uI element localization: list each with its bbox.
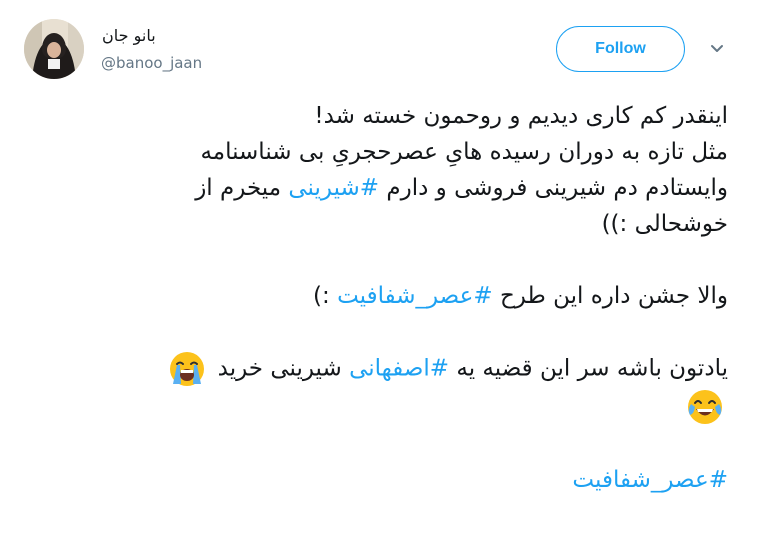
- tweet-card: بانو جان @banoo_jaan Follow اینقدر کم کا…: [0, 0, 758, 551]
- hashtag-link[interactable]: #عصر_شفافیت: [572, 467, 728, 493]
- tweet-text: اینقدر کم کاری دیدیم و روحمون خسته شد! م…: [28, 98, 728, 498]
- tweet-paragraph-2: والا جشن داره این طرح #عصر_شفافیت :): [28, 278, 728, 314]
- tweet-line: مثل تازه به دوران رسیده هایِ عصرحجریِ بی…: [200, 139, 728, 165]
- hashtag-link[interactable]: #شیرینی: [288, 175, 379, 201]
- hashtag-link[interactable]: #عصر_شفافیت: [337, 283, 493, 309]
- display-name[interactable]: بانو جان: [102, 26, 156, 45]
- tweet-line: خوشحالی :)): [601, 211, 728, 237]
- tweet-paragraph-3: یادتون باشه سر این قضیه یه #اصفهانی شیری…: [28, 350, 728, 426]
- hashtag-link[interactable]: #اصفهانی: [349, 356, 449, 382]
- avatar-image: [24, 19, 84, 79]
- face-with-tears-of-joy-icon: [686, 388, 724, 426]
- tweet-text-segment: وایستادم دم شیرینی فروشی و دارم: [379, 175, 728, 201]
- chevron-down-icon[interactable]: [709, 41, 725, 57]
- tweet-text-segment: یادتون باشه سر این قضیه یه: [449, 355, 728, 382]
- avatar[interactable]: [24, 19, 84, 79]
- tweet-paragraph-4: #عصر_شفافیت: [28, 462, 728, 498]
- tweet-line: اینقدر کم کاری دیدیم و روحمون خسته شد!: [314, 103, 728, 129]
- loudly-crying-face-icon: [168, 350, 206, 388]
- follow-button[interactable]: Follow: [556, 26, 685, 72]
- tweet-paragraph-1: اینقدر کم کاری دیدیم و روحمون خسته شد! م…: [28, 98, 728, 242]
- tweet-text-segment: والا جشن داره این طرح: [492, 283, 728, 309]
- tweet-text-segment: :): [313, 283, 338, 309]
- tweet-text-segment: میخرم از: [195, 175, 289, 201]
- user-handle[interactable]: @banoo_jaan: [101, 54, 202, 72]
- tweet-text-segment: شیرینی خرید: [210, 355, 350, 382]
